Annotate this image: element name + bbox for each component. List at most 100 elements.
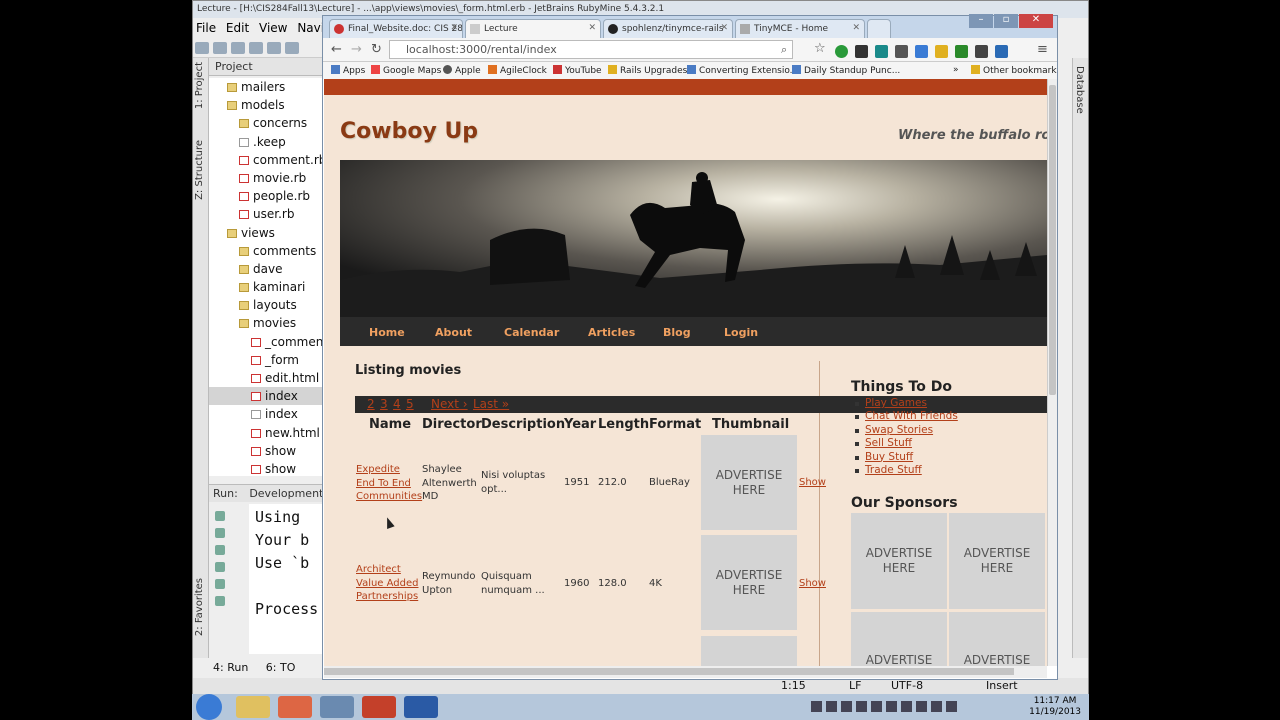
tree-item[interactable]: index [209,405,333,423]
close-tab-icon[interactable]: ✕ [852,23,860,33]
redo-icon[interactable] [267,42,281,54]
movie-name-link[interactable]: Expedite End To End Communities [356,464,422,502]
extension-icon[interactable] [975,45,988,58]
reload-icon[interactable]: ↻ [371,42,382,57]
todo-link[interactable]: Buy Stuff [865,451,913,463]
new-tab-button[interactable] [867,19,891,38]
show-link[interactable]: Show [799,578,826,589]
tree-item[interactable]: _form [209,351,333,369]
bookmark-item[interactable]: Apple [443,65,481,76]
word-icon[interactable] [404,696,438,718]
stop-icon[interactable] [215,528,225,538]
close-tab-icon[interactable]: ✕ [588,23,596,33]
next-page-link[interactable]: Next › [431,397,468,411]
nav-articles[interactable]: Articles [588,326,635,339]
settings-icon[interactable] [215,596,225,606]
taskbar-clock[interactable]: 11:17 AM 11/19/2013 [1029,696,1081,718]
tray-icon[interactable] [856,701,867,712]
start-button[interactable] [196,694,222,720]
bookmarks-overflow[interactable]: » [953,65,959,75]
bookmark-item[interactable]: Rails Upgrades [608,65,687,76]
menu-edit[interactable]: Edit [226,21,249,35]
tab-run[interactable]: 4: Run [213,661,248,674]
bookmark-item[interactable]: YouTube [553,65,602,76]
extension-icon[interactable] [995,45,1008,58]
menu-icon[interactable]: ≡ [1037,42,1048,57]
maximize-icon[interactable]: ▫ [994,14,1018,28]
todo-link[interactable]: Chat With Friends [865,410,958,422]
menu-navigate[interactable]: Navi [297,21,324,35]
pin-icon[interactable] [215,562,225,572]
rerun-icon[interactable] [215,511,225,521]
last-page-link[interactable]: Last » [473,397,509,411]
close-window-icon[interactable]: ✕ [1019,14,1053,28]
vertical-scrollbar[interactable] [1047,79,1057,666]
tree-item[interactable]: views [209,224,333,242]
extension-icon[interactable] [875,45,888,58]
todo-link[interactable]: Sell Stuff [865,437,912,449]
line-separator[interactable]: LF [849,679,861,692]
tree-item[interactable]: new.html [209,424,333,442]
tree-item[interactable]: show [209,442,333,460]
scroll-thumb[interactable] [324,668,1014,675]
tree-item[interactable]: _comment [209,333,333,351]
tray-icon[interactable] [916,701,927,712]
restore-icon[interactable] [215,545,225,555]
tree-item[interactable]: people.rb [209,187,333,205]
bookmark-star-icon[interactable]: ☆ [814,41,826,56]
browser-tab[interactable]: TinyMCE - Home ✕ [735,19,865,38]
tree-item[interactable]: models [209,96,333,114]
site-title[interactable]: Cowboy Up [340,119,478,144]
close-tab-icon[interactable]: ✕ [720,23,728,33]
tree-item[interactable]: kaminari [209,278,333,296]
tree-item[interactable]: user.rb [209,205,333,223]
nav-blog[interactable]: Blog [663,326,691,339]
tray-icon[interactable] [826,701,837,712]
tree-item[interactable]: concerns [209,114,333,132]
page-link[interactable]: 5 [406,397,414,411]
tree-item[interactable]: dave [209,260,333,278]
movie-name-link[interactable]: Architect Value Added Partnerships [356,564,419,602]
run-config-tab[interactable]: Development [249,487,323,500]
run-console[interactable]: Using Your b Use `b Process [249,504,333,654]
extension-icon[interactable] [915,45,928,58]
zoom-icon[interactable]: ⌕ [781,43,787,57]
network-icon[interactable] [320,696,354,718]
other-bookmarks[interactable]: Other bookmarks [971,65,1057,76]
bookmark-item[interactable]: Converting Extensio... [687,65,798,76]
browser-tab-active[interactable]: Lecture ✕ [465,19,601,38]
cut-icon[interactable] [285,42,299,54]
nav-login[interactable]: Login [724,326,758,339]
save-icon[interactable] [213,42,227,54]
extension-icon[interactable] [835,45,848,58]
tab-project-side[interactable]: 1: Project [194,62,205,109]
nav-home[interactable]: Home [369,326,405,339]
browser-tab[interactable]: Final_Website.doc: CIS 28 ✕ [329,19,463,38]
menu-view[interactable]: View [259,21,287,35]
tray-icon[interactable] [811,701,822,712]
explorer-icon[interactable] [236,696,270,718]
settings-icon[interactable] [855,45,868,58]
tree-item[interactable]: comment.rb [209,151,333,169]
caret-position[interactable]: 1:15 [781,679,806,692]
tray-icon[interactable] [871,701,882,712]
project-panel-title[interactable]: Project [215,60,253,73]
menu-file[interactable]: File [196,21,216,35]
browser-tab[interactable]: spohlenz/tinymce-rails ✕ [603,19,733,38]
tray-icon[interactable] [886,701,897,712]
bookmark-item[interactable]: Daily Standup Punc... [792,65,900,76]
tray-icon[interactable] [901,701,912,712]
open-icon[interactable] [195,42,209,54]
sync-icon[interactable] [231,42,245,54]
page-link[interactable]: 2 [367,397,375,411]
show-link[interactable]: Show [799,477,826,488]
scroll-thumb[interactable] [1049,85,1056,395]
tray-icon[interactable] [931,701,942,712]
close-tab-icon[interactable]: ✕ [450,23,458,33]
forward-icon[interactable]: → [351,42,362,57]
tab-structure-side[interactable]: Z: Structure [194,140,205,200]
todo-link[interactable]: Play Games [865,397,927,409]
chrome-icon[interactable] [278,696,312,718]
bookmark-item[interactable]: Apps [331,65,365,76]
undo-icon[interactable] [249,42,263,54]
